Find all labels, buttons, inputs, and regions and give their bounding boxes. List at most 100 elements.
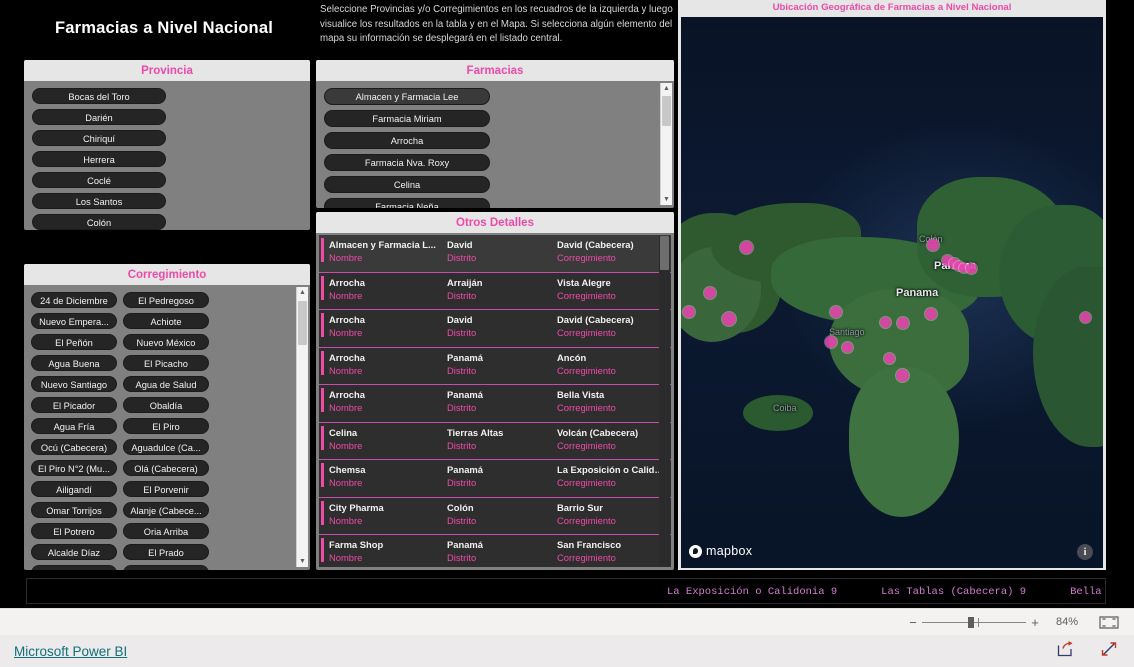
farmacia-item[interactable]: Farmacia Miriam bbox=[324, 110, 490, 127]
provincia-item[interactable]: Darién bbox=[32, 109, 166, 125]
map-info-icon[interactable]: i bbox=[1077, 544, 1093, 560]
details-scrollbar[interactable] bbox=[659, 236, 670, 566]
provincia-item[interactable]: Herrera bbox=[32, 151, 166, 167]
scroll-up-arrow-icon[interactable]: ▲ bbox=[661, 83, 672, 94]
scrollbar-thumb[interactable] bbox=[660, 236, 669, 270]
map-marker[interactable] bbox=[895, 368, 909, 382]
table-row[interactable]: Chemsa Nombre Panamá Distrito La Exposición … bbox=[319, 460, 671, 498]
strip-item: La Exposición o Calidonia 9 bbox=[667, 586, 838, 598]
map-marker[interactable] bbox=[841, 341, 853, 353]
cell-label: Nombre bbox=[329, 477, 363, 488]
corregimiento-item[interactable]: Agua de Salud bbox=[123, 376, 209, 392]
map-marker[interactable] bbox=[722, 312, 736, 326]
scroll-up-arrow-icon[interactable]: ▲ bbox=[297, 287, 308, 298]
table-row[interactable]: Arrocha Nombre Panamá Distrito Ancón Corregim… bbox=[319, 347, 671, 385]
corregimiento-item[interactable]: 24 de Diciembre bbox=[31, 292, 117, 308]
table-row[interactable]: Arrocha Nombre David Distrito David (Cabecer… bbox=[319, 310, 671, 348]
corregimiento-item[interactable]: El Prado bbox=[123, 544, 209, 560]
map-marker[interactable] bbox=[704, 287, 716, 299]
map-canvas[interactable]: PanamaPanamaColónSantiagoCoiba mapbox i bbox=[681, 17, 1103, 568]
corregimiento-item[interactable]: Alcalde Díaz bbox=[31, 544, 117, 560]
corregimiento-item[interactable]: El Picacho bbox=[123, 355, 209, 371]
cell-nombre: Arrocha Nombre bbox=[329, 352, 439, 376]
farmacias-scrollbar[interactable]: ▲ ▼ bbox=[660, 83, 672, 205]
farmacia-item[interactable]: Almacen y Farmacia Lee bbox=[324, 88, 490, 105]
corregimiento-item[interactable]: El Piro bbox=[123, 418, 209, 434]
slicer-corregimiento-header: Corregimiento bbox=[24, 264, 310, 285]
details-table-body[interactable]: Almacen y Farmacia L... Nombre David Distri… bbox=[319, 235, 671, 567]
map-marker[interactable] bbox=[965, 262, 977, 274]
corregimiento-item[interactable]: Ocú (Cabecera) bbox=[31, 439, 117, 455]
report-footer: Microsoft Power BI bbox=[0, 635, 1134, 667]
power-bi-brand-link[interactable]: Microsoft Power BI bbox=[14, 644, 127, 659]
slicer-farmacias-items[interactable]: Almacen y Farmacia Lee Farmacia Miriam Arr… bbox=[316, 81, 674, 208]
map-marker[interactable] bbox=[1079, 311, 1091, 323]
map-marker[interactable] bbox=[927, 239, 939, 251]
corregimiento-item[interactable]: El Pedregoso bbox=[123, 292, 209, 308]
corregimiento-item[interactable]: Achiote bbox=[123, 313, 209, 329]
map-marker[interactable] bbox=[879, 316, 891, 328]
corregimiento-item[interactable]: Ailigandí bbox=[31, 481, 117, 497]
corregimiento-item[interactable]: El Porvenir bbox=[123, 481, 209, 497]
provincia-item[interactable]: Chiriquí bbox=[32, 130, 166, 146]
zoom-slider[interactable] bbox=[922, 615, 1026, 629]
provincia-item[interactable]: Coclé bbox=[32, 172, 166, 188]
map-marker[interactable] bbox=[825, 336, 837, 348]
farmacia-item[interactable]: Farmacia Neña bbox=[324, 198, 490, 208]
corregimiento-item[interactable]: El Piro N°2 (Mu... bbox=[31, 460, 117, 476]
farmacia-item[interactable]: Celina bbox=[324, 176, 490, 193]
map-marker[interactable] bbox=[683, 306, 695, 318]
corregimiento-item[interactable]: Otoque Occide... bbox=[31, 565, 117, 570]
share-icon[interactable] bbox=[1057, 640, 1074, 662]
corregimiento-item[interactable]: Oria Arriba bbox=[123, 523, 209, 539]
slicer-provincia-items[interactable]: Bocas del Toro Darién Chiriquí Herrera Coclé… bbox=[24, 81, 310, 230]
scroll-down-arrow-icon[interactable]: ▼ bbox=[661, 194, 672, 205]
table-row[interactable]: Farma Shop Nombre Panamá Distrito San Franci… bbox=[319, 535, 671, 567]
scrollbar-thumb[interactable] bbox=[662, 96, 671, 126]
provincia-item[interactable]: Bocas del Toro bbox=[32, 88, 166, 104]
provincia-item[interactable]: Los Santos bbox=[32, 193, 166, 209]
bottom-strip-visual[interactable]: La Exposición o Calidonia 9 Las Tablas (C… bbox=[26, 578, 1106, 604]
farmacia-item[interactable]: Farmacia Nva. Roxy bbox=[324, 154, 490, 171]
corregimiento-item[interactable]: Aguadulce (Ca... bbox=[123, 439, 209, 455]
corregimiento-item[interactable]: Alanje (Cabece... bbox=[123, 502, 209, 518]
corregimiento-item[interactable]: El Peñón bbox=[31, 334, 117, 350]
mapbox-logo[interactable]: mapbox bbox=[689, 544, 752, 558]
corregimiento-item[interactable]: Nuevo México bbox=[123, 334, 209, 350]
map-marker[interactable] bbox=[925, 308, 937, 320]
corregimiento-item[interactable]: Omar Torrijos bbox=[31, 502, 117, 518]
corregimiento-scrollbar[interactable]: ▲ ▼ bbox=[296, 287, 308, 567]
zoom-slider-handle[interactable] bbox=[968, 617, 974, 628]
map-marker[interactable] bbox=[897, 317, 909, 329]
zoom-out-button[interactable]: − bbox=[904, 615, 922, 630]
corregimiento-item[interactable]: Nuevo Empera... bbox=[31, 313, 117, 329]
table-row[interactable]: Almacen y Farmacia L... Nombre David Distri… bbox=[319, 235, 671, 273]
corregimiento-item[interactable]: El Potrero bbox=[31, 523, 117, 539]
corregimiento-item[interactable]: Agua Fría bbox=[31, 418, 117, 434]
provincia-item[interactable]: Colón bbox=[32, 214, 166, 230]
corregimiento-item[interactable]: Almirante (Cab... bbox=[123, 565, 209, 570]
scroll-down-arrow-icon[interactable]: ▼ bbox=[297, 556, 308, 567]
map-marker[interactable] bbox=[739, 240, 753, 254]
cell-label: Distrito bbox=[447, 289, 477, 301]
slicer-corregimiento-items[interactable]: 24 de Diciembre El Pedregoso Nuevo Empera.… bbox=[24, 285, 310, 570]
corregimiento-item[interactable]: Nuevo Santiago bbox=[31, 376, 117, 392]
cell-label: Nombre bbox=[329, 327, 363, 338]
corregimiento-item[interactable]: Agua Buena bbox=[31, 355, 117, 371]
cell-value: David bbox=[447, 314, 473, 325]
corregimiento-item[interactable]: El Picador bbox=[31, 397, 117, 413]
fit-to-page-icon[interactable] bbox=[1098, 615, 1120, 630]
map-marker[interactable] bbox=[883, 352, 895, 364]
table-row[interactable]: Arrocha Nombre Arraiján Distrito Vista Alegr… bbox=[319, 272, 671, 310]
table-row[interactable]: Celina Nombre Tierras Altas Distrito Volcán … bbox=[319, 422, 671, 460]
zoom-in-button[interactable]: + bbox=[1026, 615, 1044, 630]
scrollbar-thumb[interactable] bbox=[298, 301, 307, 345]
corregimiento-item[interactable]: Obaldía bbox=[123, 397, 209, 413]
table-row[interactable]: Arrocha Nombre Panamá Distrito Bella Vista Co… bbox=[319, 385, 671, 423]
table-row[interactable]: City Pharma Nombre Colón Distrito Barrio Sur… bbox=[319, 497, 671, 535]
map-marker[interactable] bbox=[830, 306, 842, 318]
farmacia-item[interactable]: Arrocha bbox=[324, 132, 490, 149]
fullscreen-icon[interactable] bbox=[1100, 640, 1118, 663]
cell-value: Arrocha bbox=[329, 389, 365, 400]
corregimiento-item[interactable]: Olá (Cabecera) bbox=[123, 460, 209, 476]
